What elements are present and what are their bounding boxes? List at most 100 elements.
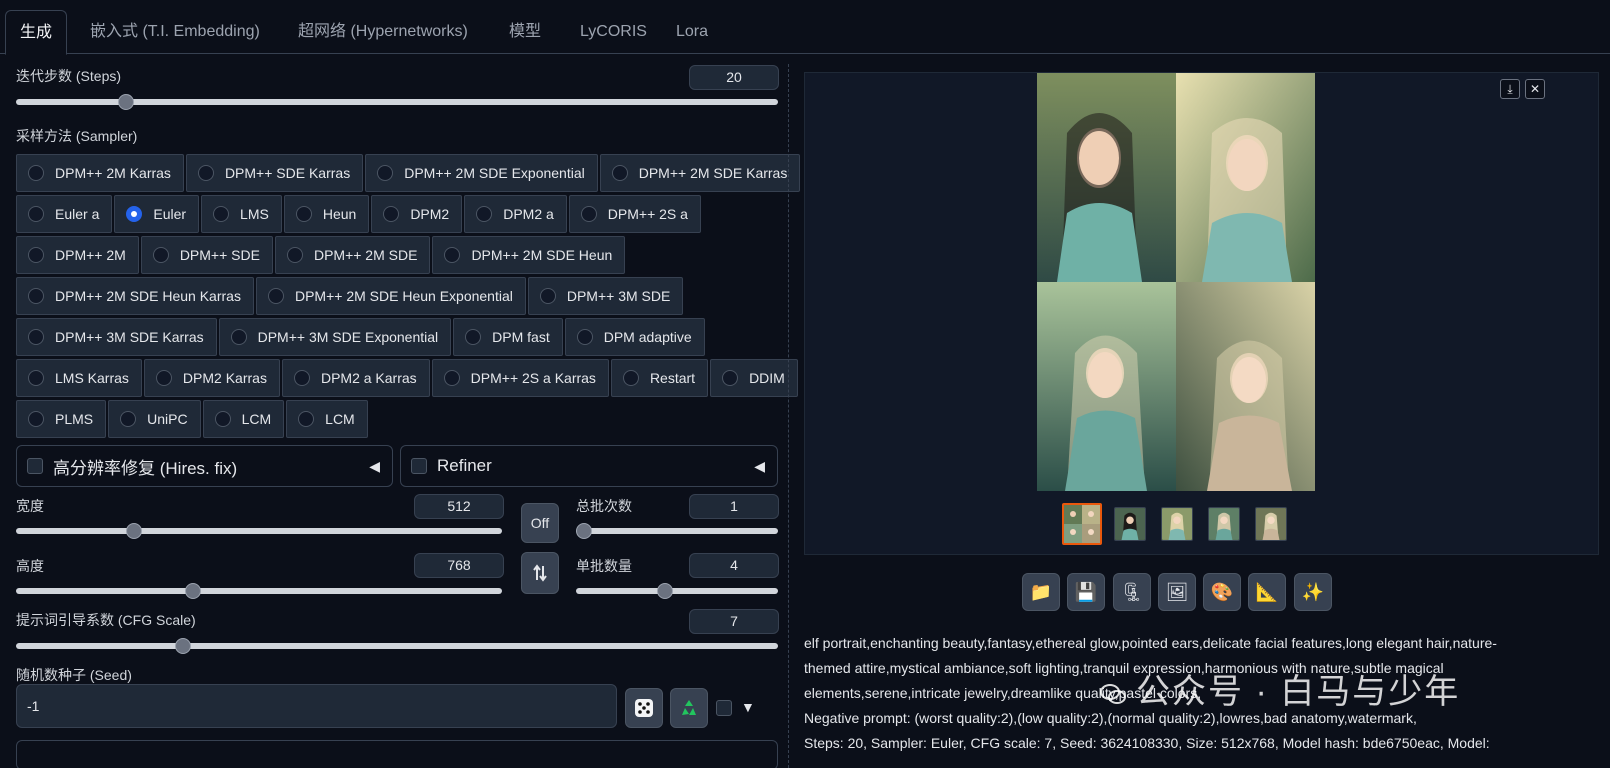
radio-button[interactable] bbox=[28, 247, 44, 263]
radio-button[interactable] bbox=[580, 206, 597, 222]
batch-size-slider[interactable] bbox=[576, 583, 778, 599]
radio-button[interactable] bbox=[383, 206, 400, 222]
tab-models[interactable]: 模型 bbox=[503, 10, 547, 54]
sampler-option[interactable]: DPM++ 3M SDE bbox=[527, 277, 684, 315]
radio-button[interactable] bbox=[444, 247, 461, 263]
generated-image-grid[interactable] bbox=[1037, 73, 1315, 491]
palette-icon[interactable]: 🎨 bbox=[1203, 573, 1241, 611]
slider-handle[interactable] bbox=[174, 638, 191, 654]
gallery-thumbnail[interactable] bbox=[1255, 507, 1287, 541]
sampler-option[interactable]: DPM2 a Karras bbox=[281, 359, 430, 397]
reuse-seed-button[interactable] bbox=[670, 688, 708, 728]
sparkle-icon[interactable]: ✨ bbox=[1294, 573, 1332, 611]
sampler-option[interactable]: DDIM bbox=[710, 359, 798, 397]
sampler-option[interactable]: DPM++ SDE bbox=[140, 236, 273, 274]
swap-dimensions-button[interactable] bbox=[521, 552, 559, 594]
gallery-thumbnail[interactable] bbox=[1161, 507, 1193, 541]
sampler-option[interactable]: DPM2 a bbox=[464, 195, 567, 233]
tab-embedding[interactable]: 嵌入式 (T.I. Embedding) bbox=[84, 10, 266, 54]
sampler-option[interactable]: DPM++ 3M SDE Karras bbox=[16, 318, 217, 356]
batch-size-number-input[interactable]: 4 bbox=[689, 553, 779, 578]
sampler-option[interactable]: LMS Karras bbox=[16, 359, 142, 397]
width-number-input[interactable]: 512 bbox=[414, 494, 504, 519]
collapse-arrow-icon[interactable]: ◀ bbox=[754, 458, 765, 475]
gallery-thumbnail[interactable] bbox=[1208, 507, 1240, 541]
sampler-option[interactable]: DPM++ 2M SDE Heun Exponential bbox=[255, 277, 526, 315]
radio-button[interactable] bbox=[28, 370, 44, 386]
radio-button[interactable] bbox=[214, 411, 231, 427]
sampler-option[interactable]: Heun bbox=[283, 195, 370, 233]
cfg-scale-slider[interactable] bbox=[16, 638, 778, 654]
radio-button[interactable] bbox=[213, 206, 230, 222]
hires-fix-checkbox[interactable] bbox=[27, 458, 43, 474]
radio-button[interactable] bbox=[155, 370, 172, 386]
sampler-option[interactable]: DPM++ 3M SDE Exponential bbox=[218, 318, 452, 356]
radio-button[interactable] bbox=[298, 411, 315, 427]
radio-button[interactable] bbox=[28, 411, 44, 427]
radio-button[interactable] bbox=[286, 247, 303, 263]
sampler-option[interactable]: DPM++ 2M SDE bbox=[274, 236, 431, 274]
hires-fix-accordion[interactable]: 高分辨率修复 (Hires. fix) ◀ bbox=[16, 445, 393, 487]
sampler-option[interactable]: DPM2 bbox=[371, 195, 463, 233]
gallery-thumbnail[interactable] bbox=[1114, 507, 1146, 541]
slider-handle[interactable] bbox=[118, 94, 135, 110]
radio-button[interactable] bbox=[293, 370, 310, 386]
steps-number-input[interactable]: 20 bbox=[689, 65, 779, 90]
sampler-option[interactable]: DPM fast bbox=[453, 318, 563, 356]
radio-button[interactable] bbox=[377, 165, 394, 181]
sampler-option[interactable]: DPM++ SDE Karras bbox=[185, 154, 364, 192]
radio-button[interactable] bbox=[126, 206, 143, 222]
tab-hypernetworks[interactable]: 超网络 (Hypernetworks) bbox=[292, 10, 474, 54]
sampler-option[interactable]: PLMS bbox=[16, 400, 107, 438]
radio-button[interactable] bbox=[539, 288, 556, 304]
off-button[interactable]: Off bbox=[521, 503, 559, 543]
sampler-option[interactable]: UniPC bbox=[108, 400, 201, 438]
refiner-accordion[interactable]: Refiner ◀ bbox=[400, 445, 778, 487]
radio-button[interactable] bbox=[28, 288, 44, 304]
collapse-arrow-icon[interactable]: ◀ bbox=[369, 458, 380, 475]
zip-icon[interactable]: 🗜 bbox=[1113, 573, 1151, 611]
sampler-option[interactable]: DPM++ 2M bbox=[16, 236, 139, 274]
batch-count-number-input[interactable]: 1 bbox=[689, 494, 779, 519]
seed-extra-checkbox[interactable] bbox=[716, 700, 732, 716]
slider-handle[interactable] bbox=[656, 583, 673, 599]
width-slider[interactable] bbox=[16, 523, 502, 539]
radio-button[interactable] bbox=[152, 247, 169, 263]
sampler-option[interactable]: DPM++ 2M Karras bbox=[16, 154, 184, 192]
sampler-option[interactable]: DPM++ 2S a Karras bbox=[431, 359, 609, 397]
radio-button[interactable] bbox=[476, 206, 493, 222]
sampler-option[interactable]: DPM2 Karras bbox=[143, 359, 280, 397]
refiner-checkbox[interactable] bbox=[411, 458, 427, 474]
seed-input[interactable]: -1 bbox=[16, 684, 617, 728]
sampler-option[interactable]: LCM bbox=[202, 400, 285, 438]
radio-button[interactable] bbox=[295, 206, 312, 222]
sampler-option[interactable]: Euler bbox=[114, 195, 200, 233]
radio-button[interactable] bbox=[622, 370, 639, 386]
tab-lora[interactable]: Lora bbox=[670, 10, 714, 54]
sampler-option[interactable]: Euler a bbox=[16, 195, 113, 233]
radio-button[interactable] bbox=[120, 411, 137, 427]
radio-button[interactable] bbox=[576, 329, 593, 345]
tab-lycoris[interactable]: LyCORIS bbox=[574, 10, 653, 54]
sampler-option[interactable]: Restart bbox=[610, 359, 709, 397]
radio-button[interactable] bbox=[197, 165, 214, 181]
radio-button[interactable] bbox=[722, 370, 739, 386]
height-slider[interactable] bbox=[16, 583, 502, 599]
close-icon[interactable]: ✕ bbox=[1525, 79, 1545, 99]
image-icon[interactable]: 🖼 bbox=[1158, 573, 1196, 611]
triangle-ruler-icon[interactable]: 📐 bbox=[1248, 573, 1286, 611]
slider-handle[interactable] bbox=[576, 523, 592, 539]
cfg-scale-number-input[interactable]: 7 bbox=[689, 609, 779, 634]
sampler-option[interactable]: DPM++ 2S a bbox=[568, 195, 701, 233]
radio-button[interactable] bbox=[28, 329, 44, 345]
sampler-option[interactable]: DPM++ 2M SDE Heun Karras bbox=[16, 277, 254, 315]
sampler-option[interactable]: LCM bbox=[286, 400, 368, 438]
batch-count-slider[interactable] bbox=[576, 523, 778, 539]
sampler-option[interactable]: DPM adaptive bbox=[564, 318, 705, 356]
save-icon[interactable]: 💾 bbox=[1067, 573, 1105, 611]
radio-button[interactable] bbox=[443, 370, 460, 386]
steps-slider[interactable] bbox=[16, 94, 778, 110]
seed-extra-toggle-icon[interactable]: ▼ bbox=[741, 699, 755, 715]
height-number-input[interactable]: 768 bbox=[414, 553, 504, 578]
slider-handle[interactable] bbox=[185, 583, 202, 599]
